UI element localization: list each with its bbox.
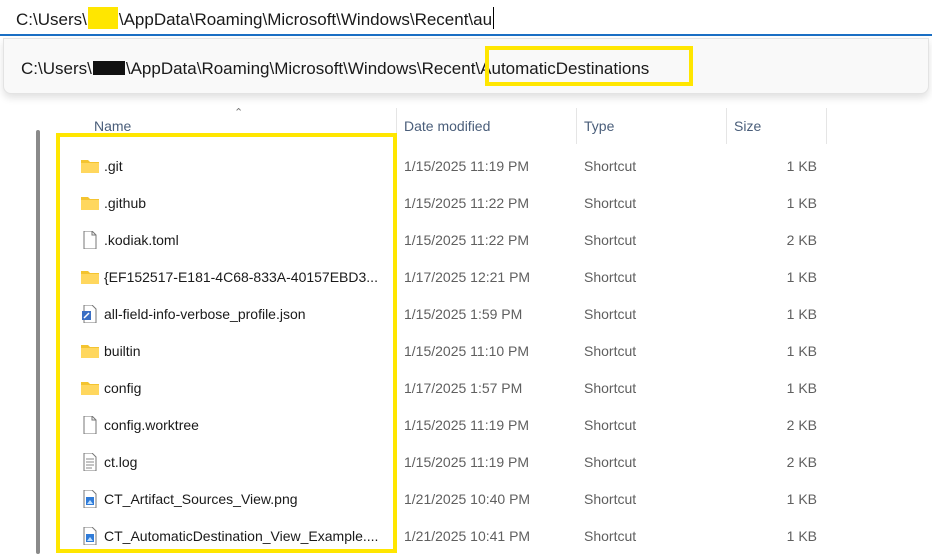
file-date: 1/15/2025 11:19 PM	[404, 454, 530, 470]
file-size: 1 KB	[786, 158, 817, 174]
file-type: Shortcut	[584, 417, 637, 433]
file-type: Shortcut	[584, 232, 637, 248]
file-size: 1 KB	[786, 306, 817, 322]
file-size: 1 KB	[786, 343, 817, 359]
redaction-yellow	[87, 7, 118, 29]
file-type: Shortcut	[584, 528, 637, 544]
file-date: 1/15/2025 1:59 PM	[404, 306, 523, 322]
address-suggestion-dropdown: C:\Users\ \AppData\Roaming\Microsoft\Wind…	[3, 38, 929, 94]
file-date: 1/15/2025 11:19 PM	[404, 158, 530, 174]
column-header-type[interactable]: Type	[576, 108, 726, 144]
file-date: 1/21/2025 10:40 PM	[404, 491, 531, 507]
highlight-box-suggestion	[485, 46, 693, 86]
file-size: 1 KB	[786, 528, 817, 544]
file-date: 1/15/2025 11:22 PM	[404, 195, 530, 211]
address-suffix: \AppData\Roaming\Microsoft\Windows\Recen…	[118, 10, 493, 29]
file-type: Shortcut	[584, 158, 637, 174]
file-size: 2 KB	[786, 454, 817, 470]
file-date: 1/17/2025 12:21 PM	[404, 269, 531, 285]
file-size: 1 KB	[786, 269, 817, 285]
file-type: Shortcut	[584, 269, 637, 285]
file-type: Shortcut	[584, 380, 637, 396]
address-prefix: C:\Users\	[16, 10, 87, 29]
file-type: Shortcut	[584, 343, 637, 359]
suggestion-prefix: C:\Users\	[21, 59, 92, 78]
file-date: 1/17/2025 1:57 PM	[404, 380, 523, 396]
file-size: 1 KB	[786, 195, 817, 211]
file-date: 1/15/2025 11:22 PM	[404, 232, 530, 248]
file-date: 1/15/2025 11:19 PM	[404, 417, 530, 433]
address-bar[interactable]: C:\Users\ \AppData\Roaming\Microsoft\Wind…	[0, 0, 932, 36]
file-date: 1/21/2025 10:41 PM	[404, 528, 531, 544]
file-type: Shortcut	[584, 454, 637, 470]
text-caret	[493, 7, 495, 29]
redaction-black	[92, 61, 125, 75]
file-type: Shortcut	[584, 306, 637, 322]
file-date: 1/15/2025 11:10 PM	[404, 343, 530, 359]
column-header-size[interactable]: Size	[726, 108, 826, 144]
file-size: 1 KB	[786, 491, 817, 507]
file-type: Shortcut	[584, 491, 637, 507]
file-type: Shortcut	[584, 195, 637, 211]
highlight-box-names	[56, 133, 397, 553]
column-divider[interactable]	[826, 108, 827, 144]
suggestion-middle: \AppData\Roaming\Microsoft\Windows\Recen…	[125, 59, 476, 78]
file-size: 2 KB	[786, 232, 817, 248]
file-size: 2 KB	[786, 417, 817, 433]
address-input[interactable]: C:\Users\ \AppData\Roaming\Microsoft\Wind…	[16, 7, 495, 30]
file-size: 1 KB	[786, 380, 817, 396]
column-header-date[interactable]: Date modified	[396, 108, 576, 144]
